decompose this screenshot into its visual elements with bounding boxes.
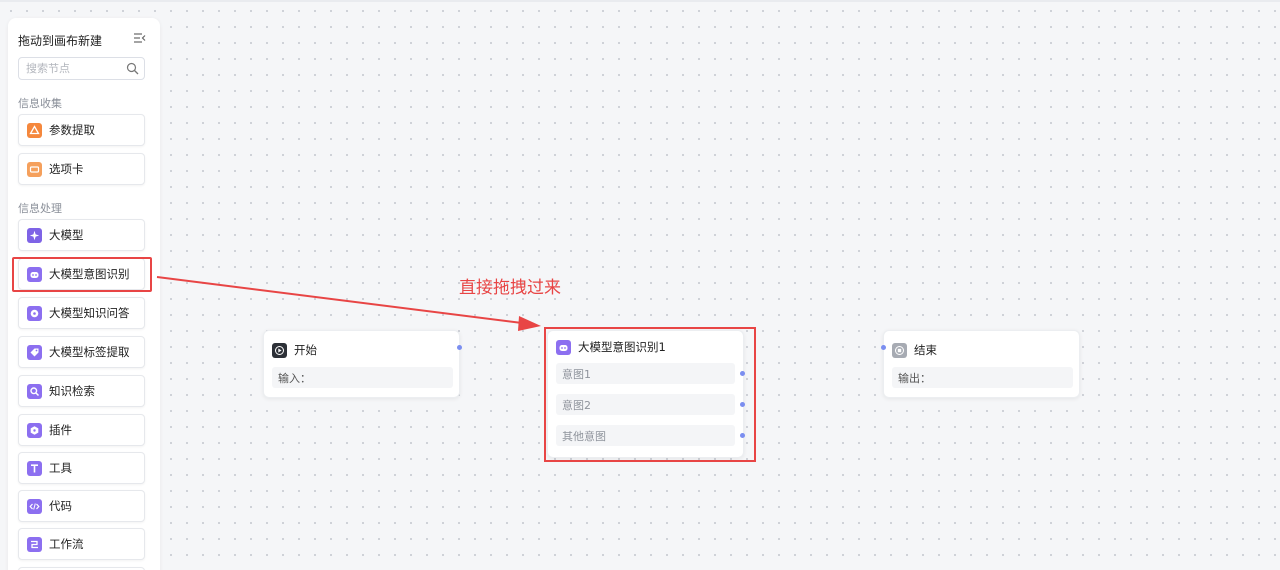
intent-robot-icon (27, 266, 42, 282)
sidebar-item-llm[interactable]: 大模型 (18, 219, 145, 251)
sidebar-item-label: 代码 (49, 499, 72, 513)
stop-icon (892, 342, 907, 358)
intent-other-output-port[interactable] (740, 433, 745, 438)
sidebar-item-label: 大模型 (49, 228, 84, 242)
intent-node-title: 大模型意图识别1 (556, 339, 666, 355)
play-icon (272, 342, 287, 358)
param-extract-icon (27, 122, 42, 138)
sidebar-title: 拖动到画布新建 (18, 34, 103, 48)
node-search-input[interactable] (19, 58, 119, 79)
node-library-sidebar: 拖动到画布新建 信息收集 参数提取 选项卡 信息处理 大模型 (8, 18, 160, 570)
tool-icon (27, 460, 42, 476)
node-search-box (18, 57, 145, 80)
sidebar-item-label: 大模型知识问答 (49, 306, 130, 320)
sidebar-item-options-card[interactable]: 选项卡 (18, 153, 145, 185)
sidebar-item-knowledge-search[interactable]: 知识检索 (18, 375, 145, 407)
sidebar-item-tool[interactable]: 工具 (18, 452, 145, 484)
sidebar-item-tag-extract[interactable]: 大模型标签提取 (18, 336, 145, 368)
sidebar-item-code[interactable]: 代码 (18, 490, 145, 522)
intent-item-other[interactable]: 其他意图 (556, 425, 735, 446)
sidebar-item-label: 工作流 (49, 537, 84, 551)
sidebar-item-label: 工具 (49, 461, 72, 475)
intent-robot-icon (556, 339, 571, 355)
intent-node[interactable]: 大模型意图识别1 意图1 意图2 其他意图 (547, 330, 744, 458)
start-node-label: 开始 (294, 343, 317, 357)
collapse-icon[interactable] (133, 32, 146, 44)
llm-sparkle-icon (27, 227, 42, 243)
intent-1-output-port[interactable] (740, 371, 745, 376)
sidebar-item-label: 选项卡 (49, 162, 84, 176)
start-node[interactable]: 开始 输入： (263, 330, 460, 398)
end-node-title: 结束 (892, 342, 937, 358)
section-label-info-collect: 信息收集 (18, 97, 62, 110)
sidebar-item-intent-recognition[interactable]: 大模型意图识别 (18, 258, 145, 290)
search-icon[interactable] (126, 62, 139, 75)
workflow-icon (27, 536, 42, 552)
end-input-port[interactable] (881, 345, 886, 350)
code-icon (27, 498, 42, 514)
intent-item-2[interactable]: 意图2 (556, 394, 735, 415)
sidebar-item-param-extract[interactable]: 参数提取 (18, 114, 145, 146)
plugin-icon (27, 422, 42, 438)
end-node[interactable]: 结束 输出： (883, 330, 1080, 398)
intent-2-output-port[interactable] (740, 402, 745, 407)
knowledge-qa-icon (27, 305, 42, 321)
sidebar-item-plugin[interactable]: 插件 (18, 414, 145, 446)
sidebar-item-label: 大模型意图识别 (49, 267, 130, 281)
start-node-title: 开始 (272, 342, 317, 358)
sidebar-item-knowledge-qa[interactable]: 大模型知识问答 (18, 297, 145, 329)
sidebar-item-workflow[interactable]: 工作流 (18, 528, 145, 560)
annotation-text: 直接拖拽过来 (459, 278, 561, 298)
drag-arrow (156, 276, 541, 331)
options-card-icon (27, 161, 42, 177)
start-output-port[interactable] (457, 345, 462, 350)
intent-item-1[interactable]: 意图1 (556, 363, 735, 384)
intent-node-label: 大模型意图识别1 (578, 340, 666, 354)
section-label-info-process: 信息处理 (18, 202, 62, 215)
sidebar-item-label: 知识检索 (49, 384, 95, 398)
start-input-field[interactable]: 输入： (272, 367, 453, 388)
tag-icon (27, 344, 42, 360)
sidebar-item-label: 参数提取 (49, 123, 95, 137)
sidebar-item-label: 插件 (49, 423, 72, 437)
end-output-field[interactable]: 输出： (892, 367, 1073, 388)
end-node-label: 结束 (914, 343, 937, 357)
search-doc-icon (27, 383, 42, 399)
sidebar-item-label: 大模型标签提取 (49, 345, 130, 359)
top-divider (0, 0, 1280, 2)
